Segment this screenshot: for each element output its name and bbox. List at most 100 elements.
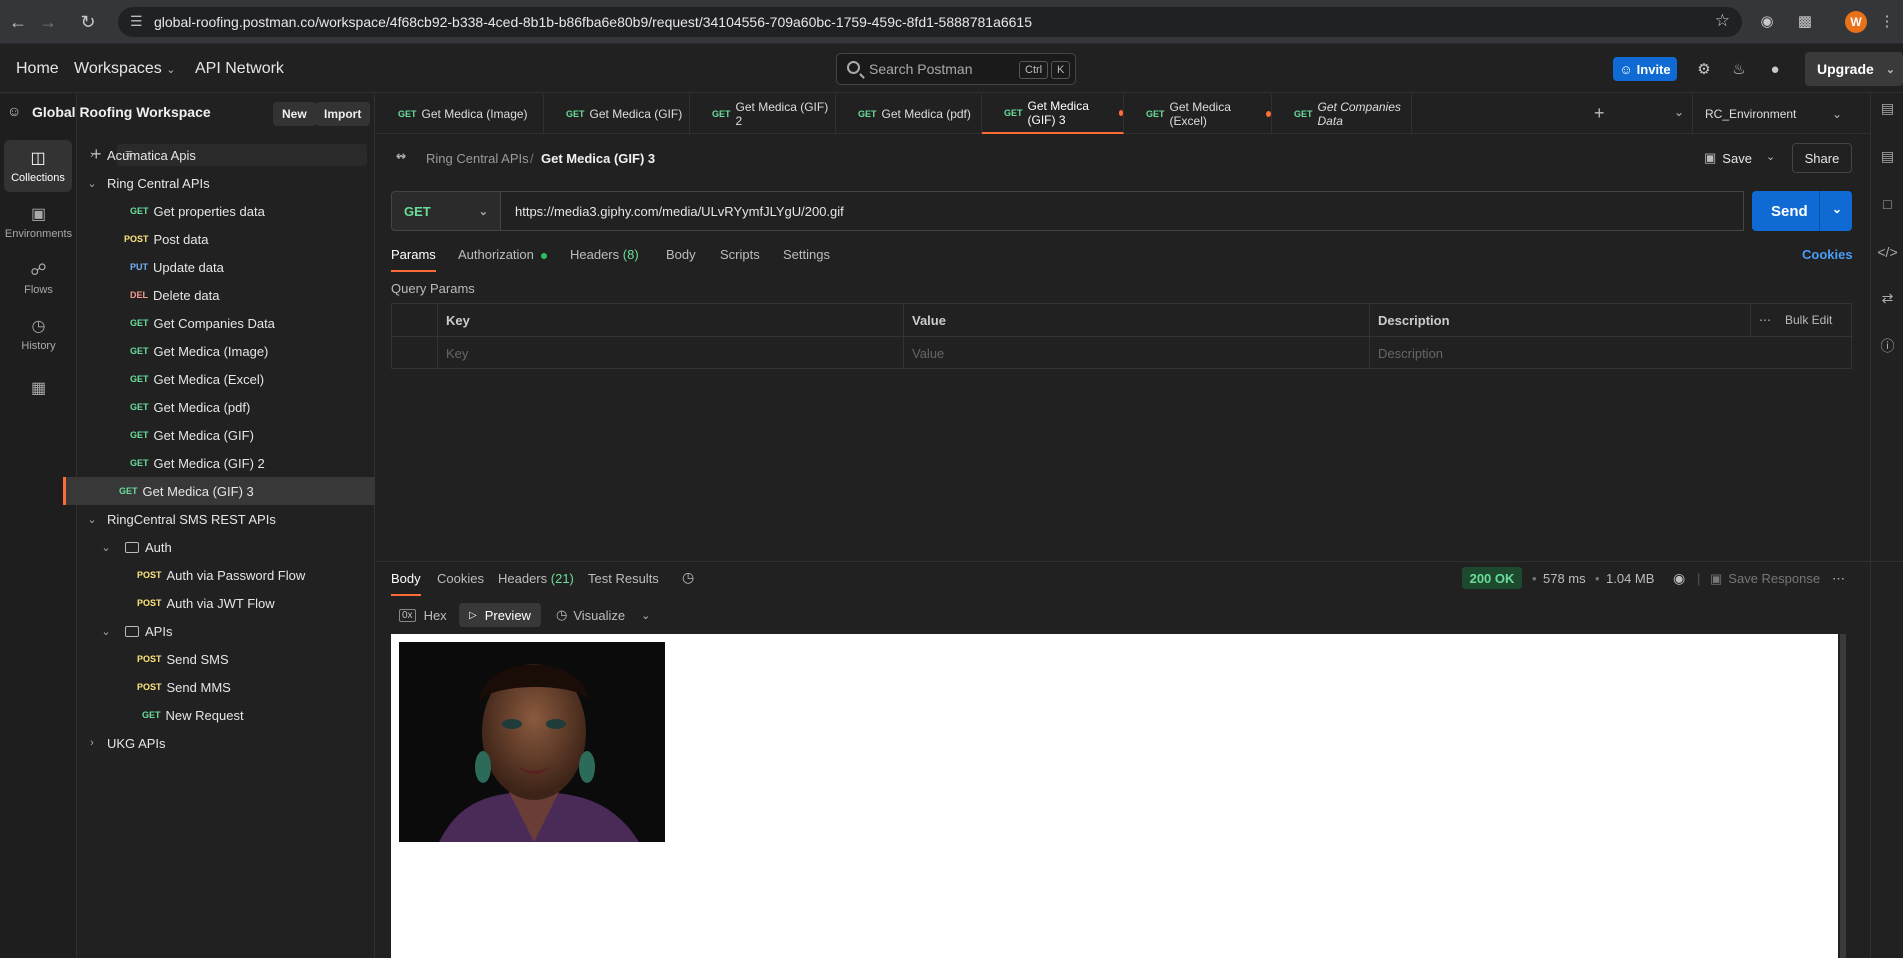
- save-button[interactable]: ▣ Save: [1700, 143, 1758, 173]
- notifications-bell-icon[interactable]: ♨: [1728, 58, 1750, 80]
- rail-flows[interactable]: ☍ Flows: [0, 252, 77, 304]
- tab-scripts[interactable]: Scripts: [720, 247, 760, 262]
- breadcrumb-collection[interactable]: Ring Central APIs: [426, 151, 529, 166]
- request-tab[interactable]: GET Get Medica (Image): [376, 94, 544, 134]
- settings-gear-icon[interactable]: ⚙: [1693, 58, 1715, 80]
- tree-request[interactable]: GET Get Medica (GIF): [77, 421, 375, 449]
- documentation-icon[interactable]: ▤: [1871, 142, 1903, 170]
- tree-request[interactable]: GET Get Medica (GIF) 2: [77, 449, 375, 477]
- method-select[interactable]: GET ⌄: [391, 191, 501, 231]
- resp-tab-body[interactable]: Body: [391, 571, 421, 596]
- response-divider[interactable]: [376, 561, 1903, 562]
- history-clock-icon[interactable]: ◷: [682, 569, 694, 586]
- extensions-icon[interactable]: ▩: [1794, 10, 1816, 32]
- tree-request[interactable]: PUT Update data: [77, 253, 375, 281]
- search-input[interactable]: Search Postman Ctrl K: [836, 53, 1076, 85]
- tree-request[interactable]: GET Get Medica (pdf): [77, 393, 375, 421]
- postbot-icon[interactable]: ●: [1764, 58, 1786, 80]
- tree-collection[interactable]: › UKG APIs: [77, 729, 375, 757]
- row-check[interactable]: [392, 337, 438, 369]
- request-tab[interactable]: GET Get Companies Data: [1272, 94, 1412, 134]
- tree-request[interactable]: POST Post data: [77, 225, 375, 253]
- rail-collections[interactable]: ◫ Collections: [4, 140, 72, 192]
- profile-avatar[interactable]: W: [1845, 11, 1867, 33]
- related-icon[interactable]: ⇄: [1871, 284, 1903, 312]
- tabs-overflow-chevron-icon[interactable]: ⌄: [1674, 105, 1684, 119]
- tree-request[interactable]: POST Send MMS: [77, 673, 375, 701]
- tree-collection[interactable]: ⌄ Ring Central APIs: [77, 169, 375, 197]
- forward-arrow-icon[interactable]: →: [34, 8, 62, 36]
- browser-menu-icon[interactable]: ⋮: [1876, 10, 1898, 32]
- cookies-link[interactable]: Cookies: [1802, 247, 1853, 262]
- more-options-icon[interactable]: ⋯: [1832, 571, 1845, 587]
- tree-request[interactable]: POST Auth via JWT Flow: [77, 589, 375, 617]
- upgrade-button[interactable]: Upgrade ⌄: [1805, 52, 1903, 86]
- request-tab[interactable]: GET Get Medica (Excel): [1124, 94, 1272, 134]
- chevron-down-icon[interactable]: ⌄: [85, 177, 99, 190]
- tab-settings[interactable]: Settings: [783, 247, 830, 262]
- site-info-icon[interactable]: ☰: [130, 13, 143, 30]
- invite-button[interactable]: ☺ Invite: [1613, 57, 1677, 81]
- tree-collection[interactable]: › Acumatica Apis: [77, 141, 375, 169]
- tab-params[interactable]: Params: [391, 247, 436, 272]
- chevron-down-icon[interactable]: ⌄: [85, 513, 99, 526]
- tab-body[interactable]: Body: [666, 247, 696, 262]
- request-tab[interactable]: GET Get Medica (GIF) 2: [690, 94, 836, 134]
- chevron-right-icon[interactable]: ›: [85, 737, 99, 749]
- save-options-chevron-icon[interactable]: ⌄: [1766, 150, 1775, 163]
- key-input[interactable]: Key: [438, 337, 904, 369]
- resp-tab-test-results[interactable]: Test Results: [588, 571, 659, 586]
- chevron-right-icon[interactable]: ›: [85, 149, 99, 161]
- send-button[interactable]: Send ⌄: [1752, 191, 1852, 231]
- workspace-name[interactable]: Global Roofing Workspace: [32, 104, 211, 120]
- chevron-down-icon[interactable]: ⌄: [99, 541, 113, 554]
- save-response-button[interactable]: ▣ Save Response: [1710, 571, 1820, 587]
- tree-request[interactable]: GET Get Medica (Excel): [77, 365, 375, 393]
- tree-collection[interactable]: ⌄ RingCentral SMS REST APIs: [77, 505, 375, 533]
- home-link[interactable]: Home: [16, 60, 59, 78]
- tree-request[interactable]: GET Get Medica (GIF) 3: [63, 477, 375, 505]
- new-tab-plus-icon[interactable]: +: [1594, 103, 1605, 124]
- api-network-link[interactable]: API Network: [195, 60, 284, 78]
- request-url-input[interactable]: https://media3.giphy.com/media/ULvRYymfJ…: [501, 191, 1744, 231]
- value-input[interactable]: Value: [904, 337, 1370, 369]
- back-arrow-icon[interactable]: ←: [4, 8, 32, 36]
- view-preview-button[interactable]: ▷ Preview: [459, 603, 541, 627]
- tab-authorization[interactable]: Authorization: [458, 247, 547, 262]
- rail-environments[interactable]: ▣ Environments: [0, 196, 77, 248]
- tree-request[interactable]: POST Auth via Password Flow: [77, 561, 375, 589]
- chevron-down-icon[interactable]: ⌄: [99, 625, 113, 638]
- import-button[interactable]: Import: [315, 102, 371, 126]
- tree-request[interactable]: POST Send SMS: [77, 645, 375, 673]
- tab-headers[interactable]: Headers (8): [570, 247, 639, 262]
- code-icon[interactable]: </>: [1871, 238, 1903, 266]
- tree-request[interactable]: GET Get Companies Data: [77, 309, 375, 337]
- workspaces-menu[interactable]: Workspaces ⌄: [74, 60, 175, 78]
- bookmark-star-icon[interactable]: ☆: [1715, 11, 1730, 31]
- reload-icon[interactable]: ↻: [74, 8, 102, 36]
- tree-request[interactable]: GET Get properties data: [77, 197, 375, 225]
- request-tab[interactable]: GET Get Medica (GIF) 3: [982, 94, 1124, 134]
- rail-configure[interactable]: ▦: [0, 364, 77, 416]
- network-globe-icon[interactable]: ◉: [1673, 570, 1685, 587]
- camera-icon[interactable]: ◉: [1756, 10, 1778, 32]
- address-bar[interactable]: ☰ global-roofing.postman.co/workspace/4f…: [118, 7, 1742, 37]
- share-button[interactable]: Share: [1792, 143, 1852, 173]
- resp-tab-cookies[interactable]: Cookies: [437, 571, 484, 586]
- preview-scrollbar[interactable]: [1840, 634, 1846, 958]
- view-visualize-button[interactable]: ◷ Visualize ⌄: [556, 603, 650, 627]
- rail-history[interactable]: ◷ History: [0, 308, 77, 360]
- comments-icon[interactable]: □: [1871, 190, 1903, 218]
- tree-request[interactable]: GET Get Medica (Image): [77, 337, 375, 365]
- description-input[interactable]: Description: [1370, 337, 1851, 369]
- send-options-chevron-icon[interactable]: ⌄: [1832, 202, 1842, 216]
- view-hex-button[interactable]: 0x Hex: [399, 603, 447, 627]
- environment-selector[interactable]: RC_Environment ⌄: [1692, 94, 1852, 134]
- request-tab[interactable]: GET Get Medica (GIF): [544, 94, 690, 134]
- tree-request[interactable]: GET New Request: [77, 701, 375, 729]
- bulk-edit-button[interactable]: ⋯ Bulk Edit: [1751, 304, 1851, 336]
- request-tab[interactable]: GET Get Medica (pdf): [836, 94, 982, 134]
- tree-folder[interactable]: ⌄ Auth: [77, 533, 375, 561]
- resp-tab-headers[interactable]: Headers (21): [498, 571, 574, 586]
- tree-folder[interactable]: ⌄ APIs: [77, 617, 375, 645]
